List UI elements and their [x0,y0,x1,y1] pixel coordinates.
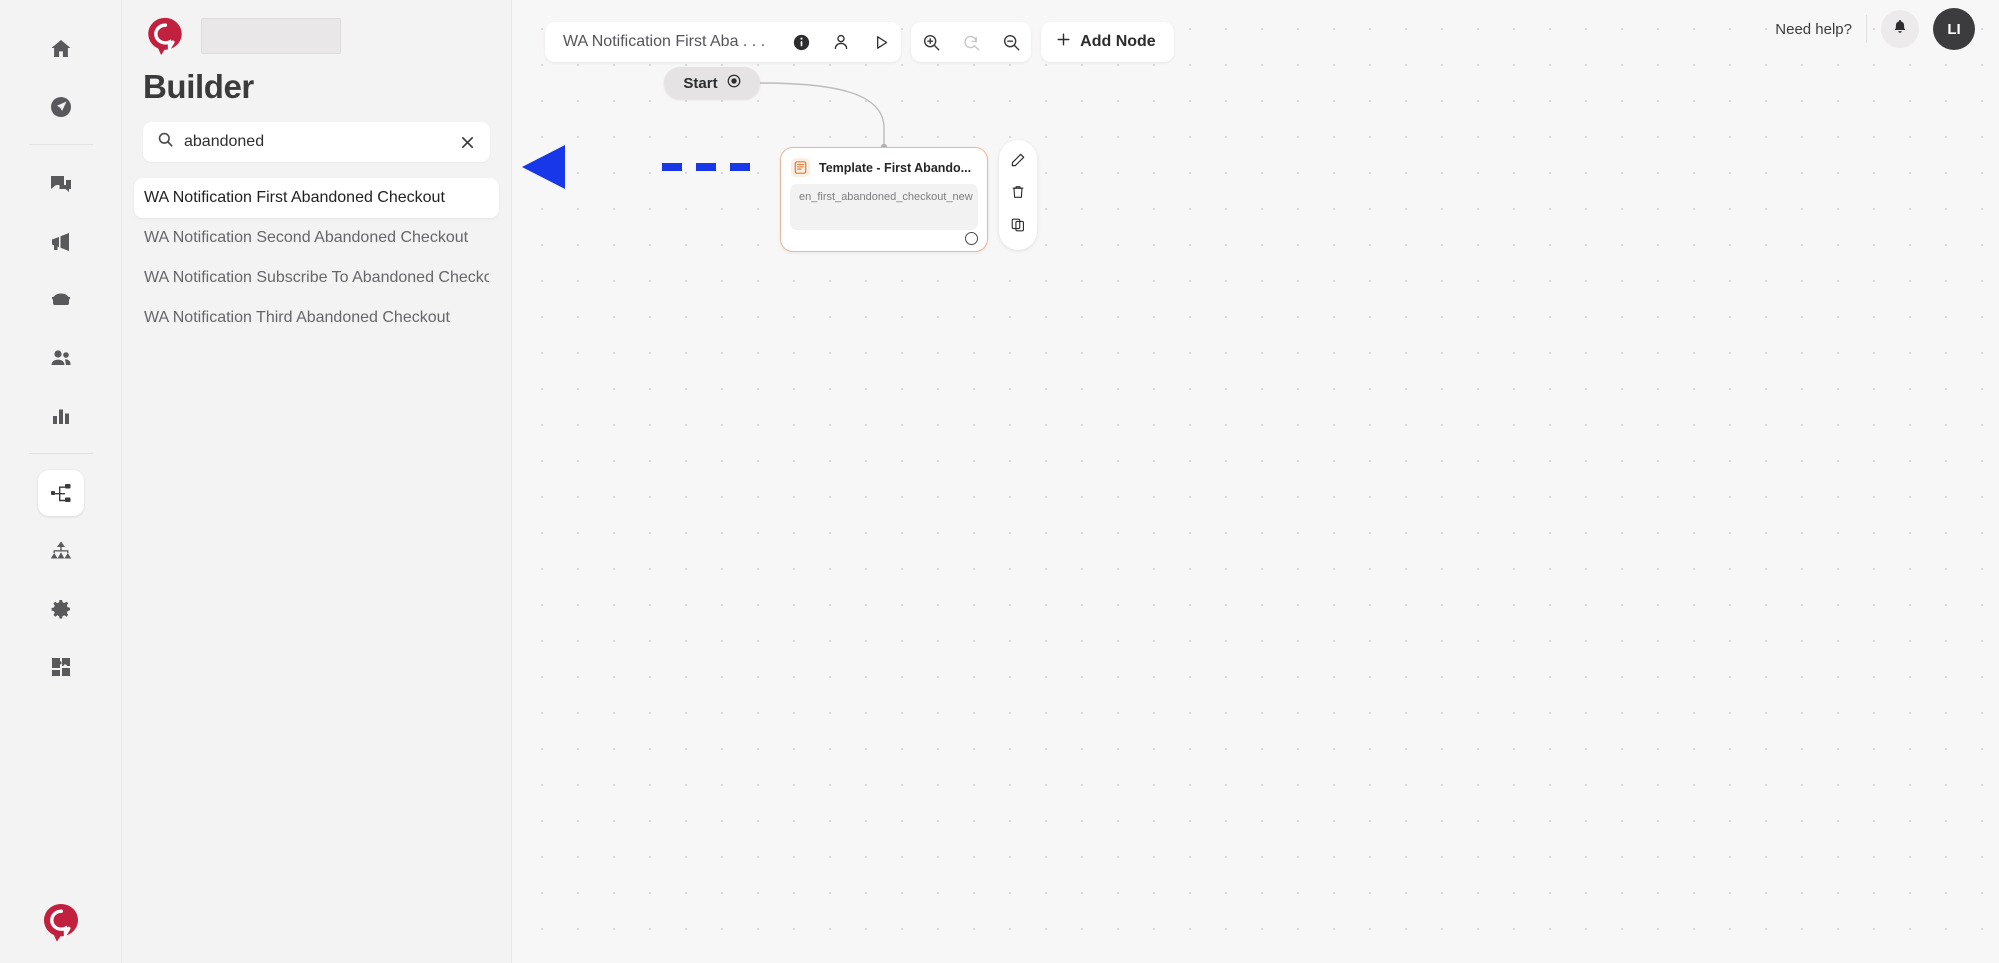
org-chart-icon [49,539,73,563]
node-start[interactable]: Start [664,67,760,99]
flow-toolbar-group: WA Notification First Aba . . . [545,22,902,62]
search-box[interactable] [143,122,490,162]
delete-icon [1010,184,1026,205]
plus-icon [1055,31,1072,53]
reset-view-button[interactable] [951,22,991,62]
workspace-name-placeholder [201,18,341,54]
search-icon [157,131,174,153]
clear-search-icon[interactable] [456,131,478,153]
notifications-button[interactable] [1881,10,1919,48]
info-icon [793,34,810,51]
flow-builder-icon [49,481,73,505]
brand-logo-icon [143,14,187,58]
rail-item-teams[interactable] [38,528,84,574]
inbox-icon [49,288,73,312]
rail-item-home[interactable] [38,26,84,72]
node-template-body: en_first_abandoned_checkout_new [790,184,978,230]
search-input[interactable] [184,133,446,151]
home-icon [49,37,73,61]
page-title: Builder [143,68,254,105]
info-button[interactable] [781,22,821,62]
header-actions: Need help? LI [1775,8,1975,50]
duplicate-icon [1010,217,1026,238]
flow-list-item-3[interactable]: WA Notification Third Abandoned Checkout [134,298,499,338]
node-template-title: Template - First Abando... [819,160,972,175]
flow-canvas[interactable]: WA Notification First Aba . . . Add Node… [512,0,1999,963]
delete-node-button[interactable] [1005,182,1031,208]
icon-rail [0,0,122,963]
contacts-icon [49,346,73,370]
analytics-icon [49,404,73,428]
flow-list-item-1[interactable]: WA Notification Second Abandoned Checkou… [134,218,499,258]
duplicate-node-button[interactable] [1005,215,1031,241]
flow-list: WA Notification First Abandoned Checkout… [122,162,511,338]
zoom-out-button[interactable] [991,22,1031,62]
edit-icon [1010,152,1026,173]
chat-icon [49,172,73,196]
edge-layer [759,82,888,151]
flow-item-label: WA Notification Second Abandoned Checkou… [144,229,469,246]
rail-item-campaigns[interactable] [38,84,84,130]
node-action-toolbar [999,140,1037,250]
rail-item-builder[interactable] [37,470,84,516]
builder-sidebar: Builder WA Notification First Abandoned [122,0,512,963]
flow-item-label: WA Notification Third Abandoned Checkout [144,309,450,326]
template-icon [791,158,810,177]
add-node-button[interactable]: Add Node [1041,22,1174,62]
need-help-link[interactable]: Need help? [1775,21,1852,38]
add-node-label: Add Node [1080,33,1156,50]
flow-item-label: WA Notification Subscribe To Abandoned C… [144,269,489,286]
zoom-toolbar-group [911,22,1032,62]
rail-item-analytics[interactable] [38,393,84,439]
node-output-port[interactable] [965,232,978,245]
dashed-arrow-annotation [522,145,762,189]
rail-item-settings[interactable] [38,586,84,632]
assign-user-button[interactable] [821,22,861,62]
flow-name-label: WA Notification First Aba . . . [563,33,766,50]
bell-icon [1891,18,1909,41]
app-root: Builder WA Notification First Abandoned [0,0,1999,963]
start-node-label: Start [683,74,718,92]
zoom-out-icon [1002,33,1021,52]
rail-item-contacts[interactable] [38,335,84,381]
rail-item-broadcast[interactable] [38,219,84,265]
zoom-in-icon [922,33,941,52]
puzzle-icon [49,655,73,679]
header-divider [1866,15,1867,43]
run-flow-button[interactable] [861,22,901,62]
reset-icon [962,33,981,52]
sidebar-brand-row [122,0,511,58]
play-icon [873,34,890,51]
send-icon [49,95,73,119]
rail-item-conversations[interactable] [38,161,84,207]
rail-item-integrations[interactable] [38,644,84,690]
flow-list-item-0[interactable]: WA Notification First Abandoned Checkout [134,178,499,218]
app-logo-bottom [38,899,84,945]
start-port-icon[interactable] [727,74,741,92]
user-icon [832,33,850,51]
rail-item-inbox[interactable] [38,277,84,323]
zoom-in-button[interactable] [911,22,951,62]
gear-icon [49,597,73,621]
edit-node-button[interactable] [1005,149,1031,175]
canvas-toolbar: WA Notification First Aba . . . Add Node [545,22,1174,62]
node-template-header: Template - First Abando... [781,148,987,177]
rail-divider-1 [28,144,93,145]
rail-divider-2 [28,453,93,454]
megaphone-icon [49,230,73,254]
annotation-layer [522,145,762,189]
user-avatar[interactable]: LI [1933,8,1975,50]
node-template[interactable]: Template - First Abando... en_first_aban… [780,147,988,252]
flow-item-label: WA Notification First Abandoned Checkout [144,189,445,206]
flow-list-item-2[interactable]: WA Notification Subscribe To Abandoned C… [134,258,499,298]
search-container [122,106,511,162]
